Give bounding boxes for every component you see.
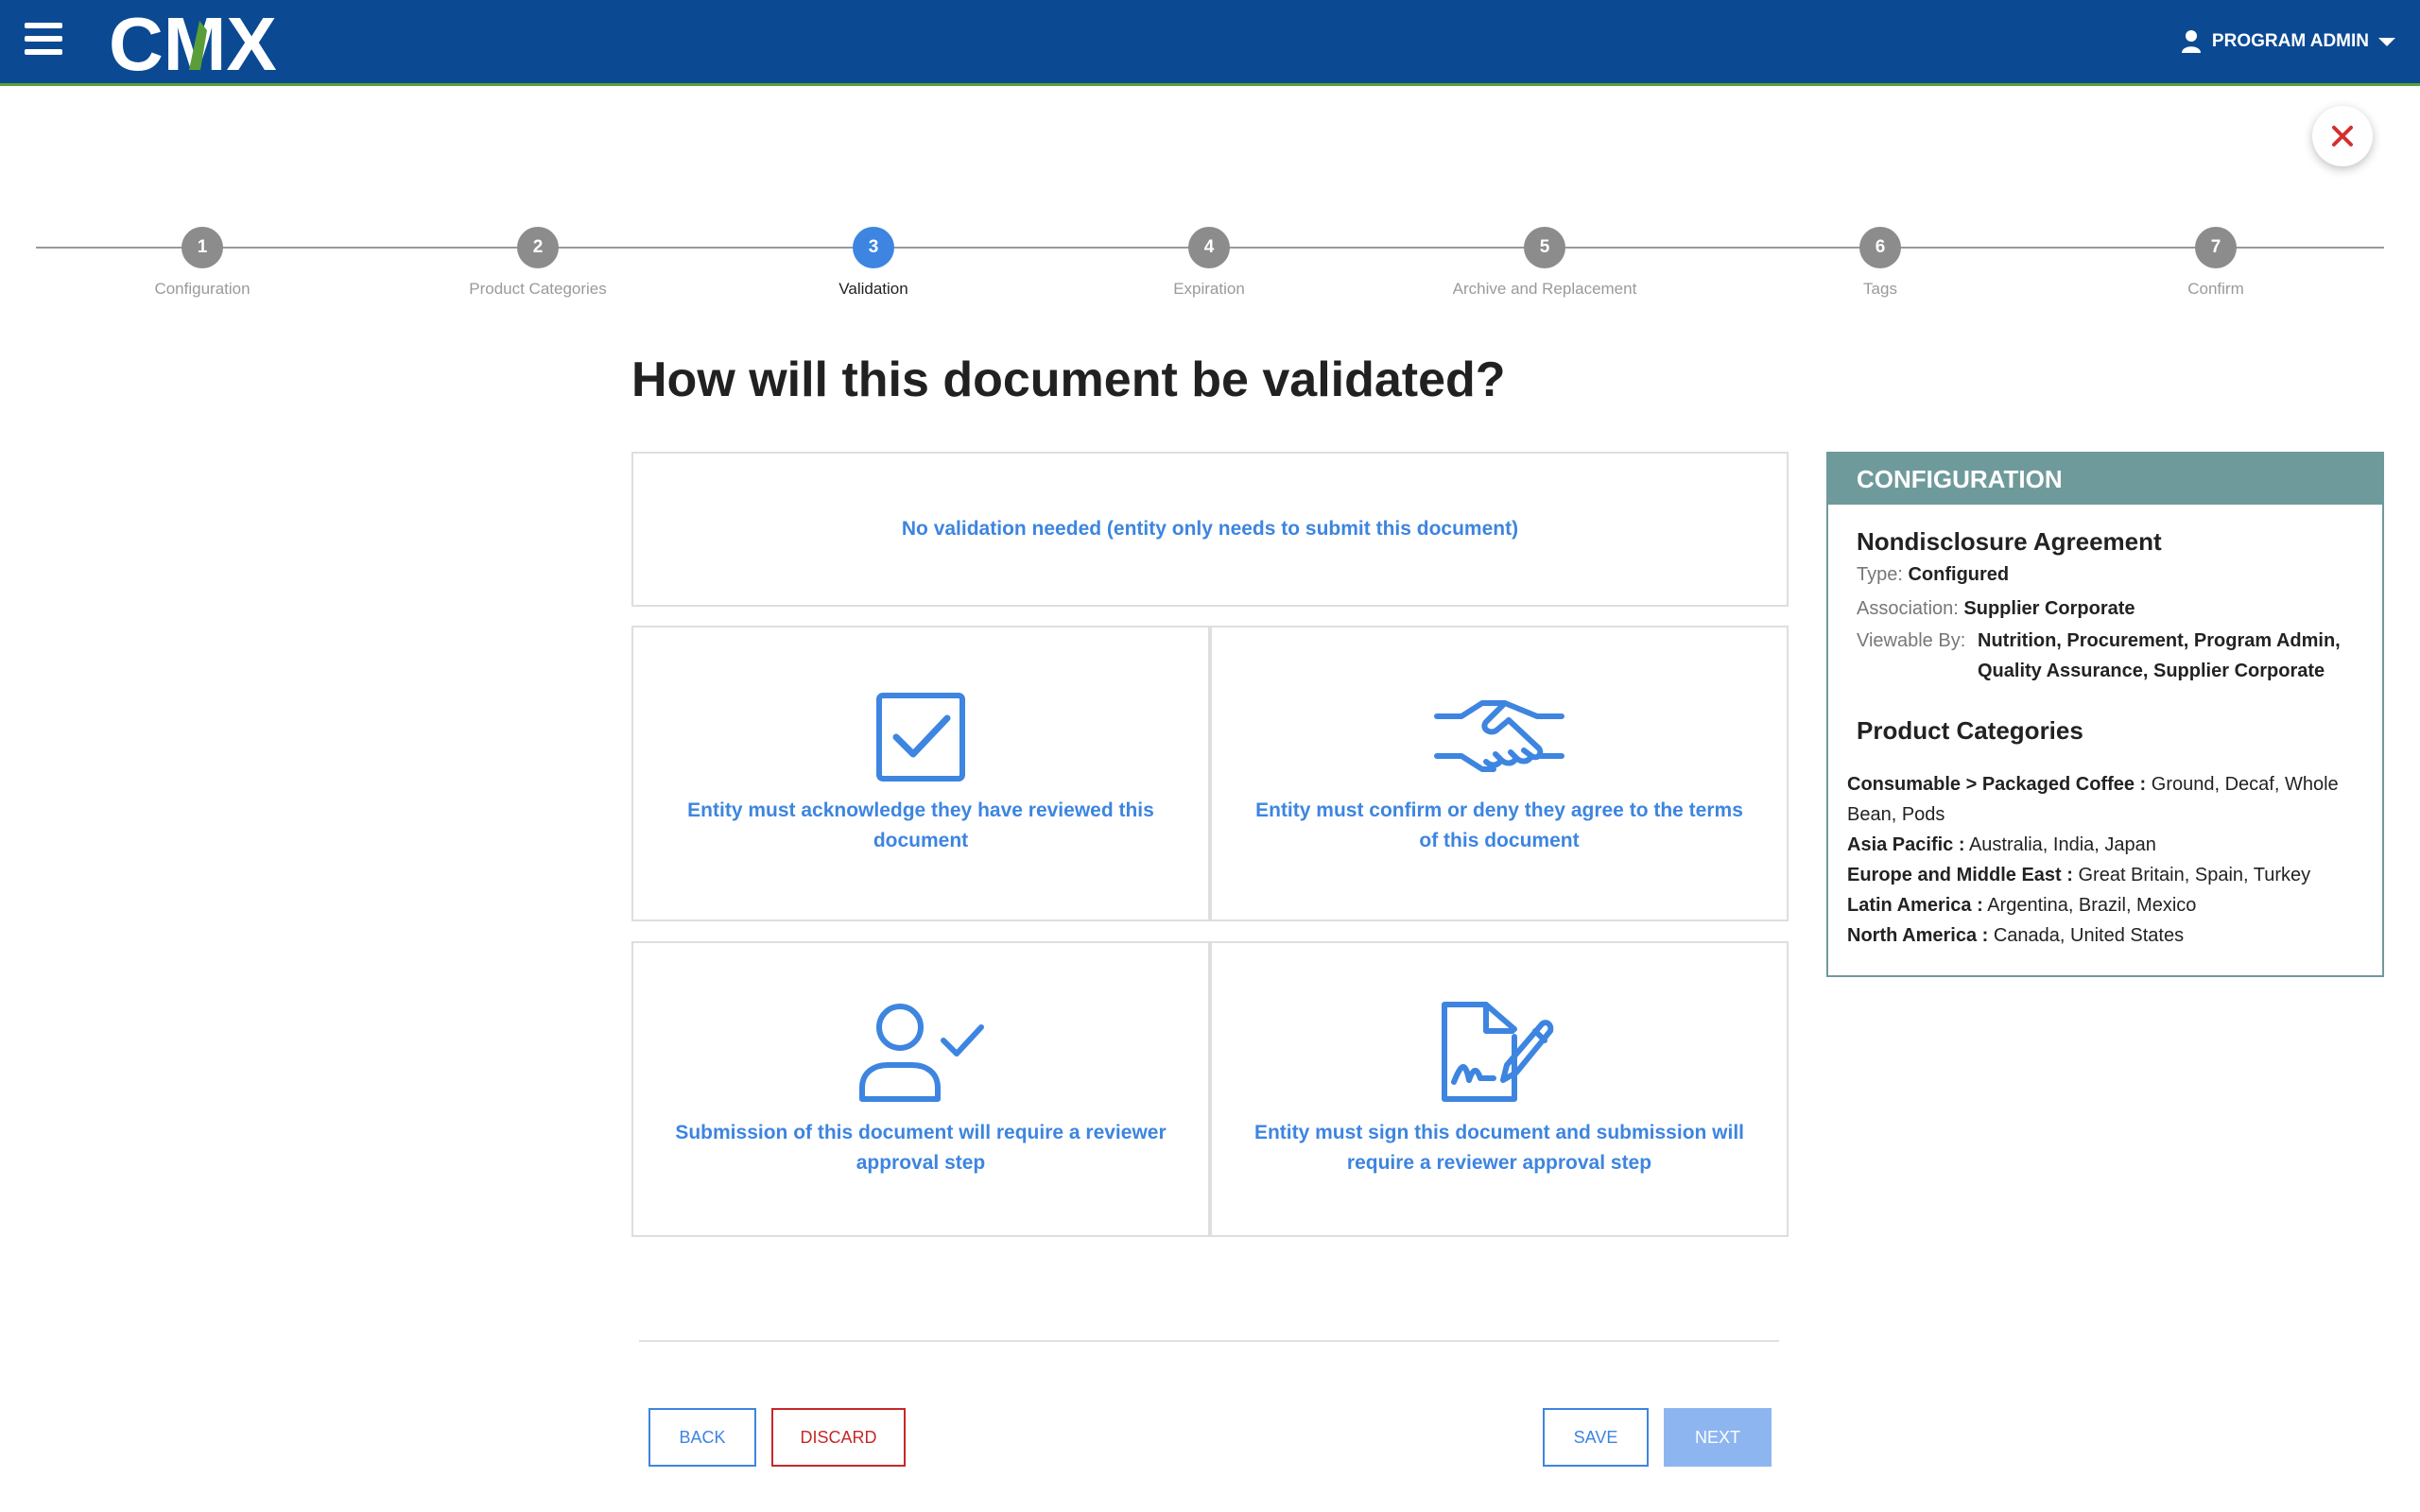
close-button[interactable] bbox=[2312, 106, 2373, 166]
discard-button[interactable]: DISCARD bbox=[771, 1408, 906, 1467]
option-reviewer-approval[interactable]: Submission of this document will require… bbox=[631, 941, 1210, 1237]
step-label: Expiration bbox=[1173, 280, 1245, 298]
option-agree-terms[interactable]: Entity must confirm or deny they agree t… bbox=[1210, 626, 1789, 921]
category-key: Latin America : bbox=[1847, 895, 1983, 916]
back-button[interactable]: BACK bbox=[648, 1408, 756, 1467]
step-tags[interactable]: 6 Tags bbox=[1710, 227, 2050, 299]
step-confirm[interactable]: 7 Confirm bbox=[2046, 227, 2386, 299]
product-categories-title: Product Categories bbox=[1857, 716, 2083, 745]
type-value: Configured bbox=[1908, 564, 2010, 585]
step-number: 5 bbox=[1524, 227, 1565, 268]
viewable-label: Viewable By: bbox=[1857, 630, 1966, 651]
category-key: Asia Pacific : bbox=[1847, 834, 1965, 855]
option-label: Entity must confirm or deny they agree t… bbox=[1255, 799, 1743, 851]
category-key: North America : bbox=[1847, 925, 1989, 946]
step-number: 1 bbox=[182, 227, 223, 268]
category-item: Latin America : Argentina, Brazil, Mexic… bbox=[1847, 890, 2372, 920]
step-number: 3 bbox=[853, 227, 894, 268]
step-number: 7 bbox=[2195, 227, 2237, 268]
next-button[interactable]: NEXT bbox=[1664, 1408, 1772, 1467]
user-icon bbox=[2181, 30, 2201, 53]
hamburger-menu-icon[interactable] bbox=[25, 23, 62, 57]
chevron-down-icon bbox=[2378, 37, 2395, 46]
document-signature-icon bbox=[1442, 1001, 1554, 1102]
step-label: Tags bbox=[1863, 280, 1897, 298]
step-configuration[interactable]: 1 Configuration bbox=[32, 227, 372, 299]
configuration-panel: CONFIGURATION Nondisclosure Agreement Ty… bbox=[1826, 452, 2384, 977]
config-association-row: Association: Supplier Corporate bbox=[1857, 593, 2135, 624]
step-label: Product Categories bbox=[469, 280, 607, 298]
step-label: Confirm bbox=[2187, 280, 2244, 298]
option-no-validation[interactable]: No validation needed (entity only needs … bbox=[631, 452, 1789, 607]
product-categories-list: Consumable > Packaged Coffee : Ground, D… bbox=[1847, 769, 2372, 951]
option-label: Submission of this document will require… bbox=[675, 1121, 1167, 1174]
close-icon bbox=[2332, 126, 2353, 146]
category-item: North America : Canada, United States bbox=[1847, 920, 2372, 951]
cmx-logo[interactable]: CMX bbox=[109, 4, 317, 79]
category-value: Argentina, Brazil, Mexico bbox=[1982, 895, 2197, 916]
category-value: Canada, United States bbox=[1988, 925, 2185, 946]
option-label: Entity must sign this document and submi… bbox=[1253, 1121, 1745, 1174]
viewable-value: Nutrition, Procurement, Program Admin, Q… bbox=[1978, 630, 2341, 681]
config-type-row: Type: Configured bbox=[1857, 559, 2009, 590]
association-label: Association: bbox=[1857, 598, 1959, 619]
category-key: Europe and Middle East : bbox=[1847, 865, 2073, 885]
document-name: Nondisclosure Agreement bbox=[1857, 527, 2162, 556]
category-item: Consumable > Packaged Coffee : Ground, D… bbox=[1847, 769, 2372, 830]
step-number: 2 bbox=[517, 227, 559, 268]
checkbox-checked-icon bbox=[876, 692, 965, 782]
association-value: Supplier Corporate bbox=[1963, 598, 2135, 619]
step-expiration[interactable]: 4 Expiration bbox=[1039, 227, 1379, 299]
user-menu-label: PROGRAM ADMIN bbox=[2211, 31, 2369, 51]
top-navigation-bar: CMX PROGRAM ADMIN bbox=[0, 0, 2420, 86]
option-label: Entity must acknowledge they have review… bbox=[687, 799, 1154, 851]
option-label: No validation needed (entity only needs … bbox=[901, 518, 1519, 540]
step-label: Configuration bbox=[154, 280, 251, 298]
user-menu[interactable]: PROGRAM ADMIN bbox=[2181, 26, 2395, 57]
step-label: Archive and Replacement bbox=[1452, 280, 1637, 298]
footer-divider bbox=[639, 1340, 1779, 1342]
category-key: Consumable > Packaged Coffee : bbox=[1847, 774, 2147, 795]
step-number: 4 bbox=[1188, 227, 1230, 268]
step-label: Validation bbox=[838, 280, 908, 298]
type-label: Type: bbox=[1857, 564, 1903, 585]
handshake-icon bbox=[1434, 699, 1564, 772]
category-item: Asia Pacific : Australia, India, Japan bbox=[1847, 830, 2372, 860]
category-value: Great Britain, Spain, Turkey bbox=[2072, 865, 2311, 885]
category-value: Australia, India, Japan bbox=[1964, 834, 2156, 855]
category-item: Europe and Middle East : Great Britain, … bbox=[1847, 860, 2372, 890]
configuration-header: CONFIGURATION bbox=[1828, 454, 2382, 505]
step-validation[interactable]: 3 Validation bbox=[703, 227, 1044, 299]
option-acknowledge[interactable]: Entity must acknowledge they have review… bbox=[631, 626, 1210, 921]
step-product-categories[interactable]: 2 Product Categories bbox=[368, 227, 708, 299]
page-title: How will this document be validated? bbox=[631, 352, 1506, 407]
step-number: 6 bbox=[1859, 227, 1901, 268]
step-archive-and-replacement[interactable]: 5 Archive and Replacement bbox=[1374, 227, 1715, 299]
user-check-icon bbox=[859, 1003, 984, 1102]
option-sign-and-review[interactable]: Entity must sign this document and submi… bbox=[1210, 941, 1789, 1237]
save-button[interactable]: SAVE bbox=[1543, 1408, 1649, 1467]
